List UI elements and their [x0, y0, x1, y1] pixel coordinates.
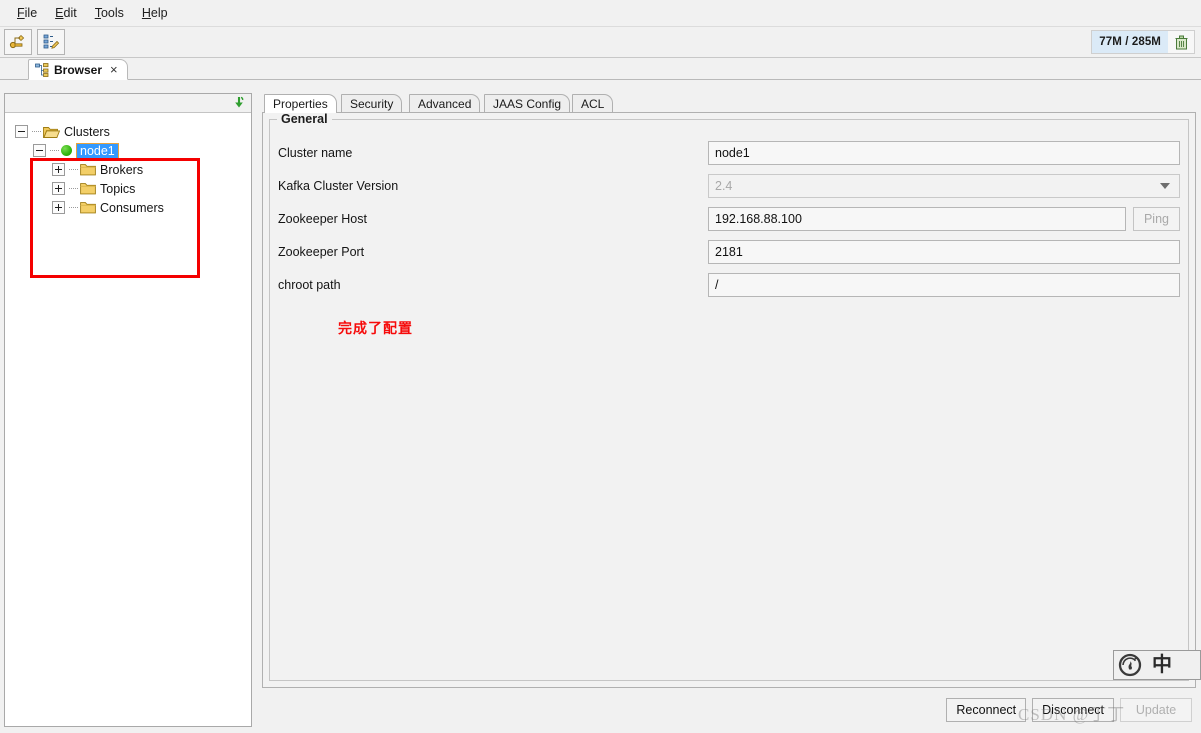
- general-group-box: General Cluster name node1 Kafka Cluster…: [269, 112, 1189, 681]
- expand-handle-brokers[interactable]: [52, 163, 65, 176]
- label-chroot-path: chroot path: [278, 277, 341, 292]
- memory-usage-text: 77M / 285M: [1092, 31, 1168, 53]
- tab-properties-label: Properties: [273, 97, 328, 111]
- expand-handle-node1[interactable]: [33, 144, 46, 157]
- tree-browser-icon: [35, 62, 49, 77]
- disconnect-button[interactable]: Disconnect: [1032, 698, 1114, 722]
- window-tab-strip: Browser ×: [0, 58, 1201, 80]
- tab-acl[interactable]: ACL: [572, 94, 614, 113]
- expand-handle-topics[interactable]: [52, 182, 65, 195]
- panel-splitter[interactable]: [253, 93, 260, 727]
- menu-rest-help: elp: [150, 6, 168, 20]
- tab-jaas-config-label: JAAS Config: [493, 97, 562, 111]
- folder-icon: [80, 164, 96, 176]
- tab-advanced-label: Advanced: [418, 97, 472, 111]
- edit-cluster-button[interactable]: [37, 29, 65, 55]
- label-kafka-cluster-version: Kafka Cluster Version: [278, 178, 399, 193]
- footer-button-bar: Reconnect Disconnect Update: [262, 691, 1196, 729]
- field-row-zookeeper-host: Zookeeper Host 192.168.88.100 Ping: [278, 206, 1180, 231]
- update-button[interactable]: Update: [1120, 698, 1192, 722]
- combo-kafka-cluster-version[interactable]: 2.4: [708, 173, 1180, 198]
- tab-jaas-config[interactable]: JAAS Config: [484, 94, 571, 113]
- ime-status-bar[interactable]: 中: [1113, 650, 1201, 680]
- label-zookeeper-port: Zookeeper Port: [278, 244, 365, 259]
- tab-properties[interactable]: Properties: [264, 94, 337, 113]
- expand-handle-clusters[interactable]: [15, 125, 28, 138]
- tab-acl-label: ACL: [581, 97, 605, 111]
- tree-node-clusters[interactable]: Clusters: [15, 122, 251, 141]
- folder-open-icon: [43, 126, 60, 138]
- tab-browser[interactable]: Browser ×: [28, 59, 128, 80]
- menu-item-tools[interactable]: Tools: [86, 3, 133, 23]
- label-zookeeper-host: Zookeeper Host: [278, 211, 367, 226]
- properties-panel: Properties Security Advanced JAAS Config…: [262, 93, 1196, 727]
- folder-icon: [80, 202, 96, 214]
- tab-security[interactable]: Security: [341, 94, 403, 113]
- menu-mnemonic-file: F: [17, 6, 25, 20]
- menu-item-help[interactable]: Help: [133, 3, 177, 23]
- expand-handle-consumers[interactable]: [52, 201, 65, 214]
- add-cluster-icon: [9, 34, 25, 49]
- main-split-area: Clusters node1 Brokers Topics Consumers …: [0, 93, 1201, 733]
- tree-label-topics: Topics: [100, 181, 136, 196]
- ping-button[interactable]: Ping: [1132, 206, 1180, 231]
- menu-item-file[interactable]: File: [8, 3, 46, 23]
- menu-mnemonic-edit: E: [55, 6, 64, 20]
- gc-trash-button[interactable]: [1168, 31, 1194, 53]
- tree-panel-header: [5, 94, 251, 113]
- tree-connector: [69, 168, 78, 171]
- input-cluster-name[interactable]: node1: [708, 140, 1180, 165]
- tree-node-brokers[interactable]: Brokers: [52, 160, 251, 179]
- tree-node-consumers[interactable]: Consumers: [52, 198, 251, 217]
- tree-connector: [32, 130, 41, 133]
- toolbar: 77M / 285M: [0, 26, 1201, 58]
- configuration-annotation: 完成了配置: [338, 320, 413, 336]
- menu-rest-edit: dit: [63, 6, 77, 20]
- field-row-cluster-name: Cluster name node1: [278, 140, 1180, 165]
- menu-bar: File Edit Tools Help: [0, 0, 1201, 26]
- tree-node-topics[interactable]: Topics: [52, 179, 251, 198]
- reconnect-button[interactable]: Reconnect: [946, 698, 1027, 722]
- field-row-zookeeper-port: Zookeeper Port 2181: [278, 239, 1180, 264]
- input-zookeeper-port[interactable]: 2181: [708, 239, 1180, 264]
- add-cluster-button[interactable]: [4, 29, 32, 55]
- tree-label-consumers: Consumers: [100, 200, 164, 215]
- menu-item-edit[interactable]: Edit: [46, 3, 86, 23]
- collapse-all-button[interactable]: [231, 95, 247, 111]
- label-cluster-name: Cluster name: [278, 145, 353, 160]
- tab-browser-label: Browser: [54, 62, 103, 77]
- trash-icon: [1175, 35, 1187, 49]
- input-zookeeper-host[interactable]: 192.168.88.100: [708, 206, 1126, 231]
- ime-mode-label: 中: [1152, 654, 1172, 676]
- sogou-ime-icon: [1118, 653, 1142, 677]
- tree-connector: [69, 206, 78, 209]
- tab-close-icon[interactable]: ×: [110, 63, 118, 76]
- tree-connector: [50, 149, 59, 152]
- cluster-status-icon: [61, 145, 72, 156]
- properties-tab-strip: Properties Security Advanced JAAS Config…: [264, 93, 1196, 113]
- memory-indicator[interactable]: 77M / 285M: [1091, 30, 1195, 54]
- chevron-down-icon: [1160, 182, 1170, 189]
- menu-rest-tools: ools: [100, 6, 124, 20]
- tab-security-label: Security: [350, 97, 394, 111]
- tree-label-node1: node1: [76, 142, 119, 159]
- properties-tab-pane: General Cluster name node1 Kafka Cluster…: [262, 112, 1196, 688]
- field-row-kafka-cluster-version: Kafka Cluster Version 2.4: [278, 173, 1180, 198]
- cluster-tree-panel: Clusters node1 Brokers Topics Consumers: [4, 93, 252, 727]
- tree-label-brokers: Brokers: [100, 162, 144, 177]
- input-chroot-path[interactable]: /: [708, 272, 1180, 297]
- tree-connector: [69, 187, 78, 190]
- edit-tree-icon: [43, 34, 60, 49]
- tree-label-clusters: Clusters: [64, 124, 110, 139]
- folder-icon: [80, 183, 96, 195]
- field-row-chroot-path: chroot path /: [278, 272, 1180, 297]
- menu-mnemonic-help: H: [141, 6, 151, 20]
- tree-node-node1[interactable]: node1: [33, 141, 251, 160]
- cluster-tree[interactable]: Clusters node1 Brokers Topics Consumers: [5, 113, 251, 725]
- menu-rest-file: ile: [24, 6, 38, 20]
- general-group-title: General: [277, 112, 332, 126]
- tab-advanced[interactable]: Advanced: [409, 94, 481, 113]
- collapse-all-icon: [235, 96, 244, 108]
